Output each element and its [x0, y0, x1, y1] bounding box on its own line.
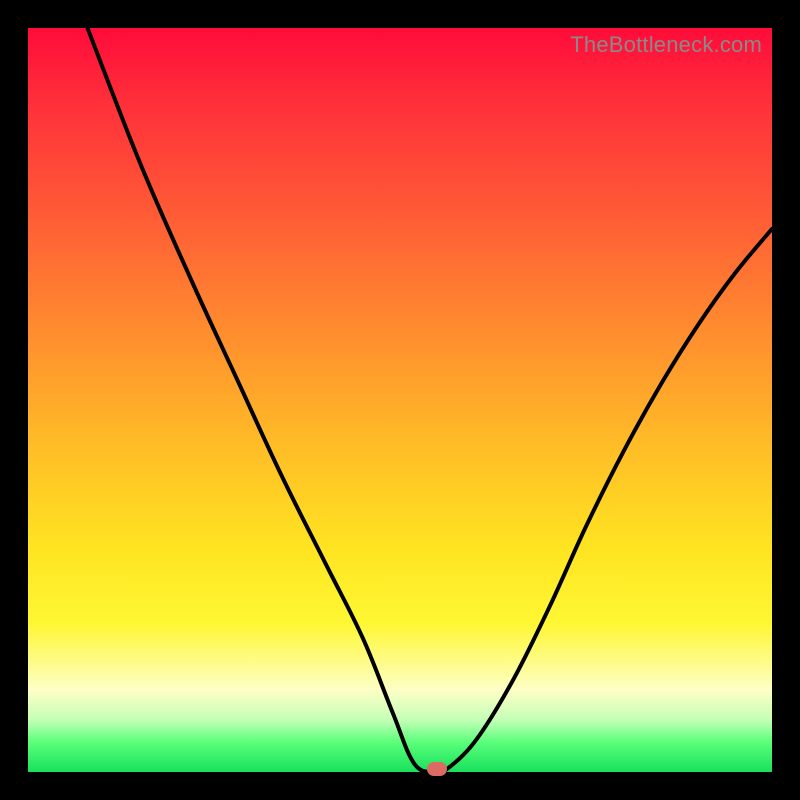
minimum-marker	[427, 762, 447, 776]
watermark-text: TheBottleneck.com	[570, 32, 762, 58]
plot-area: TheBottleneck.com	[28, 28, 772, 772]
bottleneck-curve	[28, 28, 772, 772]
chart-frame: TheBottleneck.com	[0, 0, 800, 800]
curve-path	[88, 28, 773, 772]
